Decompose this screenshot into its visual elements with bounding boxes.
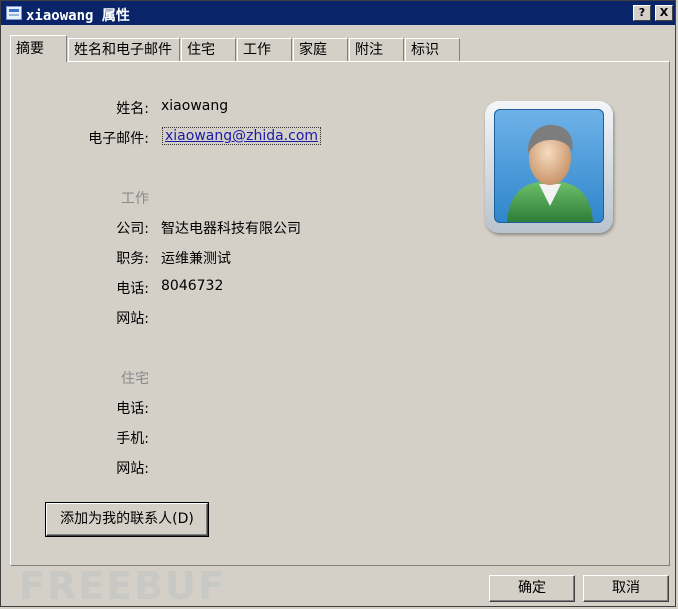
properties-dialog: xiaowang 属性 ? X 摘要 姓名和电子邮件 住宅 工作 家庭 附注 标… — [0, 0, 676, 608]
job-title-value: 运维兼测试 — [161, 251, 231, 267]
tab-work[interactable]: 工作 — [237, 38, 292, 61]
contact-picture-frame — [485, 101, 613, 233]
tab-summary[interactable]: 摘要 — [10, 35, 67, 62]
company-value: 智达电器科技有限公司 — [161, 221, 301, 237]
cancel-button[interactable]: 取消 — [583, 575, 669, 602]
job-title-label: 职务: — [116, 251, 149, 267]
email-link[interactable]: xiaowang@zhida.com — [161, 127, 322, 145]
tab-family[interactable]: 家庭 — [293, 38, 348, 61]
tab-home[interactable]: 住宅 — [181, 38, 236, 61]
ok-button[interactable]: 确定 — [489, 575, 575, 602]
watermark-logo: FREEBUF — [19, 564, 226, 608]
close-button[interactable]: X — [655, 5, 673, 21]
mobile-label: 手机: — [116, 431, 149, 447]
company-label: 公司: — [116, 221, 149, 237]
add-to-contacts-button[interactable]: 添加为我的联系人(D) — [45, 502, 209, 537]
home-website-label: 网站: — [116, 461, 149, 477]
name-value: xiaowang — [161, 98, 229, 114]
work-phone-value: 8046732 — [161, 278, 224, 294]
work-phone-label: 电话: — [116, 281, 149, 297]
tab-notes[interactable]: 附注 — [349, 38, 404, 61]
tab-ids[interactable]: 标识 — [405, 38, 460, 61]
title-bar[interactable]: xiaowang 属性 ? X — [1, 1, 675, 25]
email-label: 电子邮件: — [88, 131, 149, 147]
help-button[interactable]: ? — [633, 5, 651, 21]
home-section-heading: 住宅 — [121, 371, 149, 387]
name-label: 姓名: — [116, 101, 149, 117]
window-title: xiaowang 属性 — [26, 8, 130, 24]
work-website-label: 网站: — [116, 311, 149, 327]
person-avatar-icon — [494, 109, 604, 223]
home-phone-label: 电话: — [116, 401, 149, 417]
contact-card-icon — [6, 6, 22, 20]
work-section-heading: 工作 — [121, 191, 149, 207]
tab-name-email[interactable]: 姓名和电子邮件 — [68, 38, 180, 61]
